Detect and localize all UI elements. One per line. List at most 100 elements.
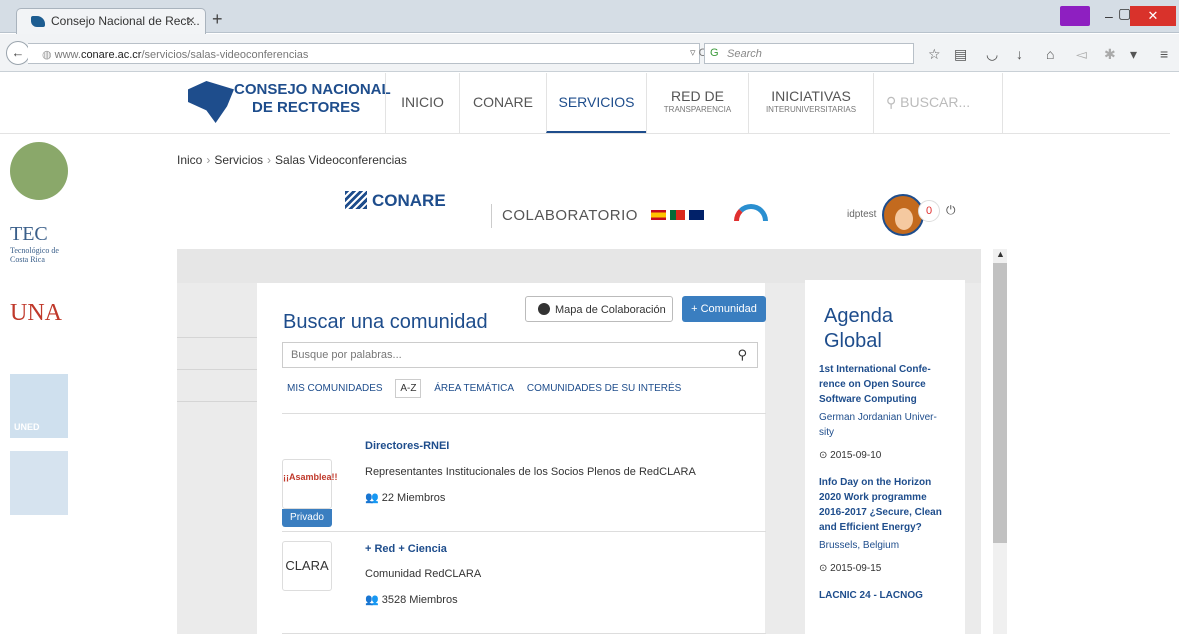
panel-scrollbar[interactable]: ▲ bbox=[993, 249, 1007, 634]
event-date-value: 2015-09-10 bbox=[830, 450, 882, 461]
menu-sublabel: INTERUNIVERSITARIAS bbox=[765, 105, 857, 114]
reading-list-icon[interactable]: ▤ bbox=[954, 46, 967, 63]
site-search-button[interactable]: ⚲ BUSCAR... bbox=[873, 73, 1003, 133]
globe-icon bbox=[538, 303, 550, 315]
utn-logo[interactable] bbox=[10, 451, 68, 515]
scroll-up-icon[interactable]: ▲ bbox=[996, 249, 1005, 259]
notification-badge[interactable]: 0 bbox=[918, 200, 940, 222]
event-location: Brussels, Belgium bbox=[819, 540, 900, 551]
browser-search-input[interactable]: G Search bbox=[704, 43, 914, 64]
menu-label: INICIATIVAS bbox=[771, 88, 851, 104]
minimize-icon[interactable]: – bbox=[1105, 8, 1113, 24]
browser-nav-bar: ← ◍ www.conare.ac.cr/servicios/salas-vid… bbox=[0, 34, 1179, 72]
bookmark-star-icon[interactable]: ☆ bbox=[928, 46, 941, 63]
event-title[interactable]: LACNIC 24 - LACNOG bbox=[819, 588, 951, 603]
spanish-flag-icon[interactable] bbox=[651, 210, 666, 220]
search-icon[interactable]: ⚲ bbox=[737, 347, 747, 363]
breadcrumb-link-servicios[interactable]: Servicios bbox=[214, 153, 263, 167]
close-tab-icon[interactable]: × bbox=[187, 12, 195, 28]
download-icon[interactable]: ↓ bbox=[1016, 46, 1023, 62]
members-icon: 👥 bbox=[365, 492, 382, 504]
menu-item-red-de-transparencia[interactable]: RED DE TRANSPARENCIA bbox=[646, 73, 748, 133]
tab-a-z[interactable]: A-Z bbox=[395, 379, 422, 398]
community-logo-text: ¡¡Asamblea!! bbox=[283, 472, 338, 482]
search-input-placeholder: Busque por palabras... bbox=[291, 349, 402, 361]
tab-area-tematica[interactable]: ÁREA TEMÁTICA bbox=[434, 383, 514, 394]
community-search-card: Buscar una comunidad Mapa de Colaboració… bbox=[257, 283, 766, 634]
avatar[interactable] bbox=[882, 194, 924, 236]
event-date: ⊙ 2015-09-15 bbox=[819, 563, 951, 574]
url-bar[interactable]: ◍ www.conare.ac.cr/servicios/salas-video… bbox=[28, 43, 700, 64]
menu-item-conare[interactable]: CONARE bbox=[459, 73, 546, 133]
menu-item-iniciativas[interactable]: INICIATIVAS INTERUNIVERSITARIAS bbox=[748, 73, 873, 133]
divider bbox=[491, 204, 492, 228]
new-tab-icon[interactable]: + bbox=[212, 9, 223, 30]
costa-rica-map-logo[interactable] bbox=[188, 81, 234, 123]
card-title: Buscar una comunidad bbox=[283, 311, 488, 333]
sidebar-divider bbox=[177, 337, 257, 338]
site-header: CONSEJO NACIONAL DE RECTORES INICIO CONA… bbox=[0, 73, 1170, 134]
private-badge: Privado bbox=[282, 509, 332, 527]
map-button-label: Mapa de Colaboración bbox=[555, 304, 666, 316]
home-icon[interactable]: ⌂ bbox=[1046, 46, 1054, 62]
addon-icon[interactable]: ✱ bbox=[1104, 46, 1116, 63]
username[interactable]: idptest bbox=[847, 209, 876, 220]
menu-label: CONARE bbox=[473, 94, 533, 110]
url-prefix: www. bbox=[54, 49, 81, 61]
una-logo[interactable]: UNA bbox=[10, 296, 68, 360]
clock-icon: ⊙ bbox=[819, 450, 831, 461]
event-title[interactable]: Info Day on the Horizon 2020 Work progra… bbox=[819, 475, 951, 535]
menu-icon[interactable]: ≡ bbox=[1160, 46, 1168, 62]
english-flag-icon[interactable] bbox=[689, 210, 704, 220]
event-location: German Jordanian Univer-sity bbox=[819, 412, 937, 438]
collaboration-map-button[interactable]: Mapa de Colaboración bbox=[525, 296, 673, 322]
breadcrumb-separator-icon: › bbox=[267, 153, 272, 167]
tec-logo[interactable]: TEC Tecnológico de Costa Rica bbox=[10, 219, 68, 283]
menu-item-servicios[interactable]: SERVICIOS bbox=[546, 73, 646, 133]
conare-brand[interactable]: CONARE bbox=[345, 191, 446, 211]
members-count: 22 Miembros bbox=[381, 492, 446, 504]
community-members: 👥 22 Miembros bbox=[365, 491, 445, 504]
page-content: CONSEJO NACIONAL DE RECTORES INICIO CONA… bbox=[0, 73, 1179, 634]
globe-icon: ◍ bbox=[42, 49, 55, 61]
community-members: 👥 3528 Miembros bbox=[365, 593, 458, 606]
tec-logo-subtitle: Tecnológico de Costa Rica bbox=[10, 246, 59, 264]
tab-comunidades-interes[interactable]: COMUNIDADES DE SU INTERÉS bbox=[527, 383, 681, 394]
panel-top-bar bbox=[177, 249, 981, 283]
brand-text: CONARE bbox=[372, 191, 446, 210]
community-name[interactable]: + Red + Ciencia bbox=[365, 543, 447, 555]
event-title[interactable]: 1st International Confe-rence on Open So… bbox=[819, 362, 951, 407]
menu-sublabel: TRANSPARENCIA bbox=[663, 105, 732, 114]
breadcrumb-current: Salas Videoconferencias bbox=[275, 153, 407, 167]
university-seal-logo[interactable] bbox=[10, 142, 68, 200]
scrollbar-thumb[interactable] bbox=[993, 263, 1007, 543]
browser-tab-bar: Consejo Nacional de Rect... × + – ▢ ✕ bbox=[0, 0, 1179, 34]
uned-logo[interactable]: UNED bbox=[10, 374, 68, 438]
add-community-button[interactable]: + Comunidad bbox=[682, 296, 766, 322]
dropdown-icon[interactable]: ▾ bbox=[1130, 46, 1137, 63]
back-icon[interactable]: ← bbox=[6, 41, 30, 65]
tab-title: Consejo Nacional de Rect... bbox=[51, 14, 200, 28]
community-search-input[interactable]: Busque por palabras... ⚲ bbox=[282, 342, 758, 368]
url-path: /servicios/salas-videoconferencias bbox=[141, 49, 309, 61]
send-icon[interactable]: ◅ bbox=[1076, 46, 1087, 63]
logo-line2: DE RECTORES bbox=[252, 99, 361, 116]
speed-gauge-icon[interactable] bbox=[734, 204, 768, 221]
breadcrumb-link-inicio[interactable]: Inico bbox=[177, 153, 202, 167]
site-logo-text[interactable]: CONSEJO NACIONAL DE RECTORES bbox=[234, 81, 391, 117]
menu-item-inicio[interactable]: INICIO bbox=[385, 73, 459, 133]
portuguese-flag-icon[interactable] bbox=[670, 210, 685, 220]
community-name[interactable]: Directores-RNEI bbox=[365, 440, 449, 452]
community-logo[interactable]: ¡¡Asamblea!! bbox=[282, 459, 338, 509]
agenda-title: Agenda Global bbox=[824, 305, 893, 352]
url-domain: conare.ac.cr bbox=[80, 49, 142, 61]
search-engine-icon: G bbox=[710, 47, 719, 59]
pocket-icon[interactable]: ◡ bbox=[986, 46, 998, 63]
window-close-icon[interactable]: ✕ bbox=[1130, 6, 1176, 26]
menu-label: INICIO bbox=[401, 94, 444, 110]
tab-mis-comunidades[interactable]: MIS COMUNIDADES bbox=[287, 383, 383, 394]
logo-line1: CONSEJO NACIONAL bbox=[234, 81, 391, 98]
community-logo[interactable]: CLARA bbox=[282, 541, 332, 591]
browser-tab[interactable]: Consejo Nacional de Rect... × bbox=[16, 8, 206, 34]
logout-icon[interactable]: ⏻ bbox=[946, 203, 956, 218]
